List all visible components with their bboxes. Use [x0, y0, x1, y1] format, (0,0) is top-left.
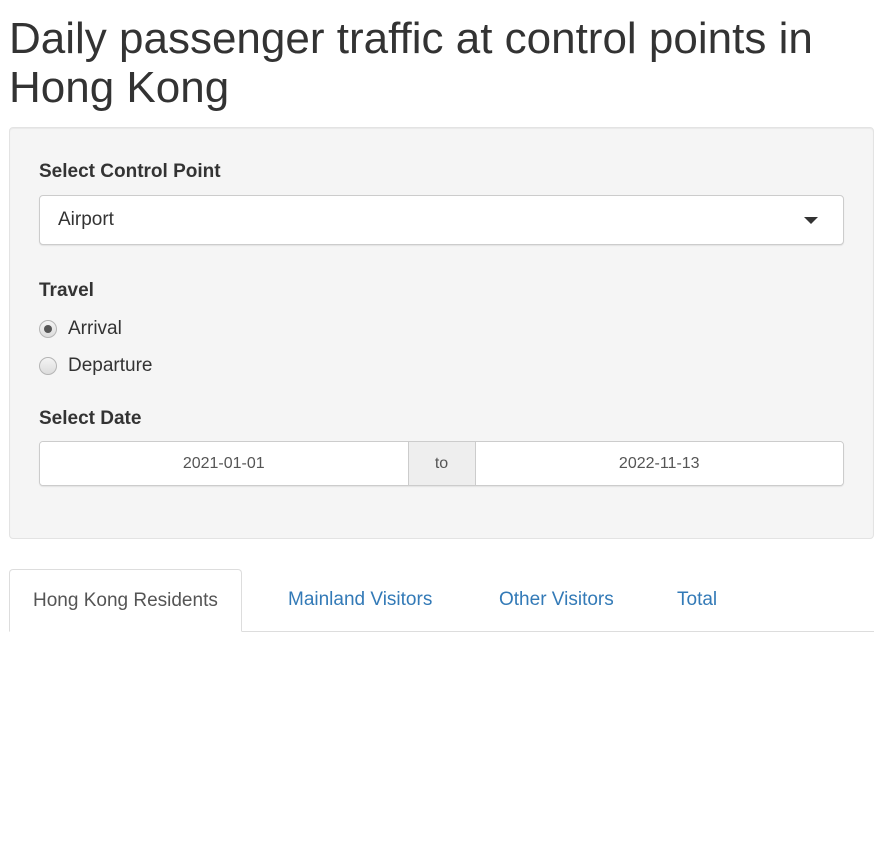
tab-other-visitors[interactable]: Other Visitors: [476, 569, 637, 632]
page-title: Daily passenger traffic at control point…: [9, 14, 813, 112]
caret-down-icon: [804, 217, 818, 224]
radio-button-unchecked[interactable]: [39, 357, 57, 375]
control-point-label: Select Control Point: [39, 161, 221, 182]
tab-content-area: [9, 633, 874, 866]
radio-arrival[interactable]: Arrival: [39, 317, 122, 341]
date-range-input: to: [39, 441, 844, 486]
tab-bar: Hong Kong Residents Mainland Visitors Ot…: [9, 569, 874, 632]
date-separator: to: [407, 442, 476, 485]
tab-mainland-visitors[interactable]: Mainland Visitors: [265, 569, 455, 632]
tab-total[interactable]: Total: [654, 569, 740, 632]
radio-arrival-label: Arrival: [68, 318, 122, 339]
control-point-selected-value: Airport: [58, 209, 114, 230]
tab-hong-kong-residents[interactable]: Hong Kong Residents: [9, 569, 242, 632]
travel-label: Travel: [39, 280, 94, 301]
radio-departure[interactable]: Departure: [39, 354, 153, 378]
start-date-input[interactable]: [40, 442, 408, 485]
control-point-select[interactable]: Airport: [39, 195, 844, 245]
date-label: Select Date: [39, 408, 142, 429]
radio-departure-label: Departure: [68, 355, 153, 376]
end-date-input[interactable]: [475, 442, 843, 485]
sidebar-panel: Select Control Point Airport Travel Arri…: [9, 127, 874, 539]
radio-button-checked[interactable]: [39, 320, 57, 338]
